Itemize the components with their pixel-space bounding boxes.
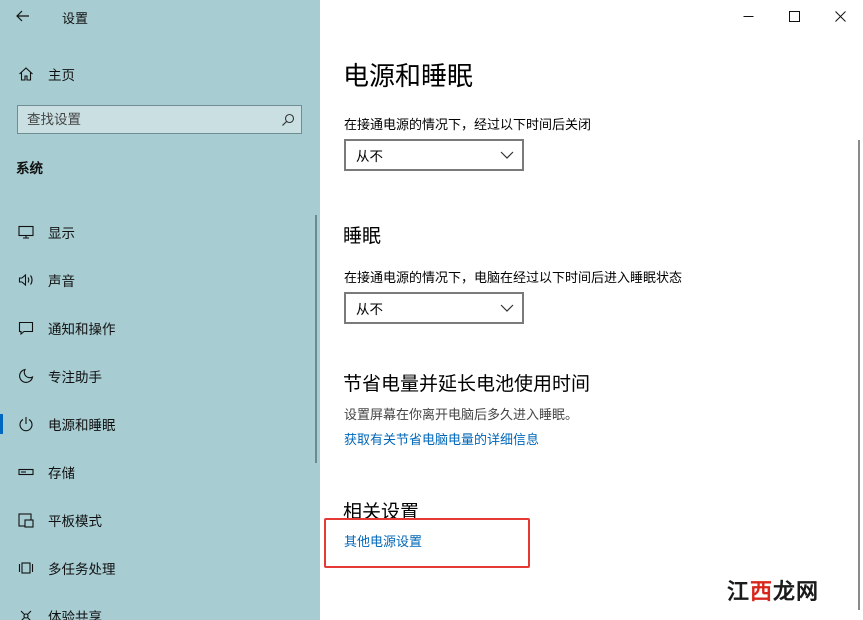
battery-info-link[interactable]: 获取有关节省电脑电量的详细信息 [344, 429, 539, 448]
sidebar-item-label: 声音 [48, 274, 75, 290]
highlight-box [324, 518, 530, 568]
sidebar-item-sound[interactable]: 声音 [0, 256, 320, 304]
maximize-icon [788, 10, 800, 22]
sidebar-item-label: 体验共享 [48, 610, 102, 620]
sidebar-item-power-sleep[interactable]: 电源和睡眠 [0, 400, 320, 448]
minimize-icon [743, 15, 753, 17]
app-title: 设置 [62, 12, 89, 27]
watermark-text: 江西龙网 [727, 579, 820, 605]
screen-off-dropdown[interactable]: 从不 [344, 139, 524, 171]
dropdown-value: 从不 [356, 149, 383, 165]
storage-icon [16, 462, 36, 482]
sidebar-item-label: 多任务处理 [48, 562, 116, 578]
sidebar-scrollbar[interactable] [315, 215, 317, 463]
sidebar-item-notifications[interactable]: 通知和操作 [0, 304, 320, 352]
notification-icon [16, 318, 36, 338]
search-box[interactable] [17, 105, 302, 134]
moon-icon [16, 366, 36, 386]
sleep-label: 在接通电源的情况下，电脑在经过以下时间后进入睡眠状态 [344, 271, 683, 286]
sidebar-item-display[interactable]: 显示 [0, 208, 320, 256]
sidebar-item-storage[interactable]: 存储 [0, 448, 320, 496]
sidebar-item-label: 存储 [48, 466, 75, 482]
dropdown-value: 从不 [356, 302, 383, 318]
multitask-icon [16, 558, 36, 578]
close-button[interactable] [817, 0, 863, 32]
sidebar-item-tablet-mode[interactable]: 平板模式 [0, 496, 320, 544]
screen-off-label: 在接通电源的情况下，经过以下时间后关闭 [344, 118, 592, 133]
sidebar-item-label: 专注助手 [48, 370, 102, 386]
sidebar-item-focus-assist[interactable]: 专注助手 [0, 352, 320, 400]
search-input[interactable] [18, 106, 275, 133]
chevron-down-icon [500, 151, 514, 159]
battery-heading: 节省电量并延长电池使用时间 [343, 373, 591, 395]
sidebar-item-label: 显示 [48, 226, 75, 242]
maximize-button[interactable] [771, 0, 817, 32]
sidebar-item-label: 平板模式 [48, 514, 102, 530]
sidebar-item-multitasking[interactable]: 多任务处理 [0, 544, 320, 592]
sidebar-item-label: 主页 [48, 68, 75, 84]
close-icon [834, 10, 846, 22]
back-button[interactable] [10, 5, 36, 27]
power-icon [16, 414, 36, 434]
sidebar-nav: 显示 声音 通知和操作 专注助手 电源和睡眠 存储 平板模式 多任务处理 体验共… [0, 208, 320, 620]
sleep-heading: 睡眠 [343, 225, 382, 247]
main-scrollbar[interactable] [858, 140, 860, 610]
monitor-icon [16, 222, 36, 242]
sidebar-item-label: 通知和操作 [48, 322, 116, 338]
search-icon[interactable] [275, 106, 301, 133]
minimize-button[interactable] [725, 0, 771, 32]
speaker-icon [16, 270, 36, 290]
window-controls [725, 0, 863, 32]
sidebar-item-home[interactable]: 主页 [0, 60, 320, 88]
tablet-icon [16, 510, 36, 530]
main-content: 电源和睡眠 在接通电源的情况下，经过以下时间后关闭 从不 睡眠 在接通电源的情况… [320, 0, 863, 620]
page-title: 电源和睡眠 [343, 62, 474, 92]
title-bar-left: 设置 [0, 0, 320, 32]
sidebar-item-shared-experiences[interactable]: 体验共享 [0, 592, 320, 620]
section-label: 系统 [16, 161, 43, 177]
battery-description: 设置屏幕在你离开电脑后多久进入睡眠。 [344, 408, 579, 423]
back-arrow-icon [16, 10, 29, 22]
sidebar: 设置 主页 系统 显示 声音 通知和操作 [0, 0, 320, 620]
chevron-down-icon [500, 304, 514, 312]
watermark: 江西龙网 [727, 573, 827, 607]
sidebar-item-label: 电源和睡眠 [48, 418, 116, 434]
sleep-dropdown[interactable]: 从不 [344, 292, 524, 324]
home-icon [16, 64, 36, 84]
share-icon [16, 606, 36, 620]
